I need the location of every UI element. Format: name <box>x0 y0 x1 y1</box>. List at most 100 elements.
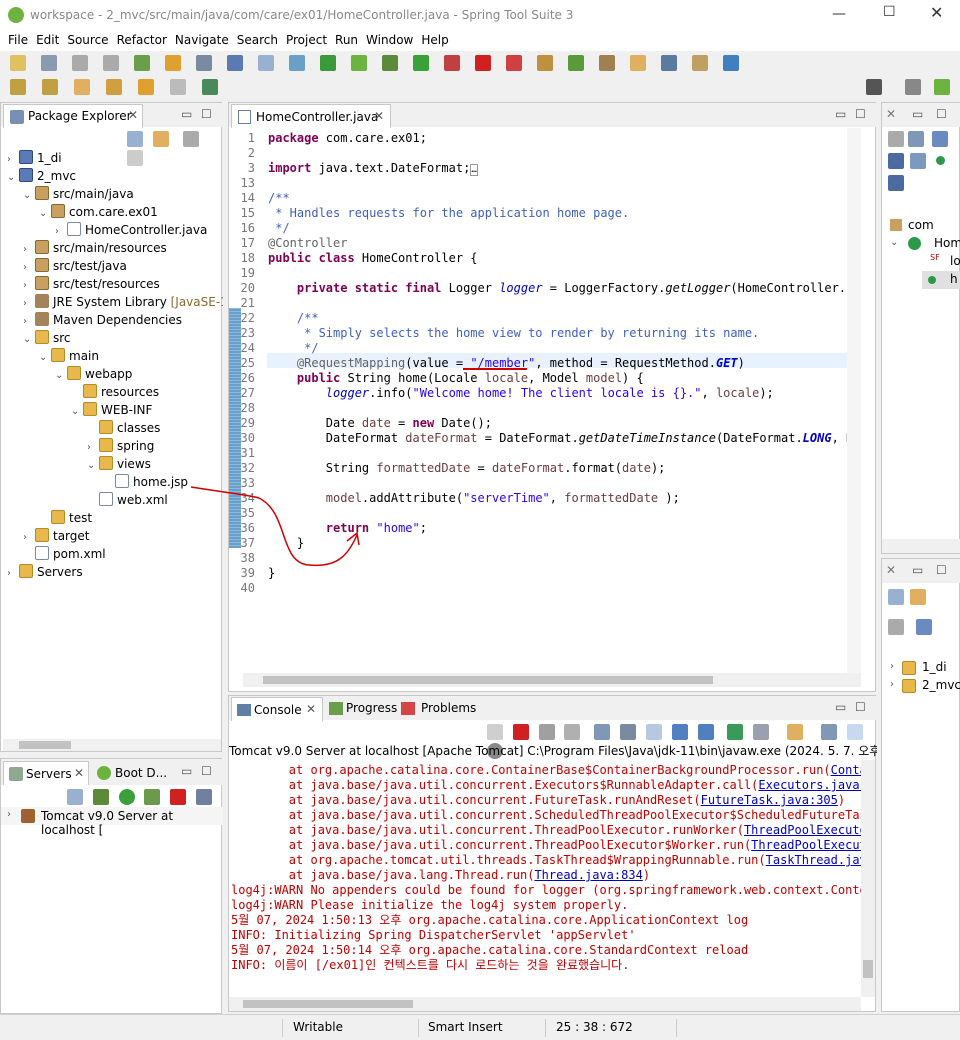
code-line[interactable]: * Handles requests for the application h… <box>268 206 629 221</box>
close-tab-icon[interactable]: ✕ <box>374 109 384 123</box>
tree-item-maven-dependencies[interactable]: › Maven Dependencies <box>23 311 182 329</box>
tree-item-com-care-ex01[interactable]: ⌄ com.care.ex01 <box>39 203 158 221</box>
collapse-icon[interactable]: ⌄ <box>7 169 19 187</box>
scroll-lock-icon[interactable] <box>620 724 637 740</box>
ansi-icon[interactable] <box>846 724 863 740</box>
search-icon[interactable] <box>866 79 882 95</box>
maximize-view-button[interactable]: ☐ <box>201 107 212 121</box>
toolbar-nav-icon[interactable] <box>42 79 58 95</box>
link-editor-icon[interactable] <box>152 131 169 147</box>
tree-item-resources[interactable]: resources <box>71 383 159 401</box>
focus-icon[interactable] <box>908 131 924 147</box>
focus-icon[interactable] <box>888 619 904 635</box>
toolbar-button-icon[interactable] <box>258 55 274 71</box>
tree-item-2-mvc[interactable]: ⌄ 2_mvc <box>7 167 76 185</box>
expand-icon[interactable]: › <box>890 679 902 690</box>
tree-item-src[interactable]: ⌄ src <box>23 329 71 347</box>
code-line[interactable]: /** <box>268 191 290 206</box>
close-tab-icon[interactable]: ✕ <box>128 108 138 122</box>
toolbar-button-icon[interactable] <box>630 55 646 71</box>
toolbar-nav-icon[interactable] <box>170 79 186 95</box>
toolbar-button-icon[interactable] <box>568 55 584 71</box>
maximize-view-button[interactable]: ☐ <box>855 107 866 121</box>
collapse-icon[interactable]: ⌄ <box>23 187 35 205</box>
minimize-view-button[interactable]: ▭ <box>912 107 923 121</box>
tab-progress[interactable]: Progress <box>346 701 397 715</box>
toolbar-button-icon[interactable] <box>661 55 677 71</box>
toolbar-button-icon[interactable] <box>537 55 553 71</box>
copy-icon[interactable] <box>820 724 837 740</box>
toolbar-button-icon[interactable] <box>227 55 243 71</box>
tab-console[interactable]: Console ✕ <box>231 697 323 721</box>
toolbar-button-icon[interactable] <box>320 55 336 71</box>
expand-icon[interactable]: › <box>7 565 19 583</box>
menu-file[interactable]: File <box>0 31 28 47</box>
code-line[interactable]: logger.info("Welcome home! The client lo… <box>268 386 774 401</box>
menu-window[interactable]: Window <box>358 31 413 47</box>
hide-nonpublic-icon[interactable] <box>910 153 926 169</box>
close-tab-icon[interactable]: ✕ <box>74 766 84 780</box>
tree-item-src-main-resources[interactable]: › src/main/resources <box>23 239 167 257</box>
tree-item-home-jsp[interactable]: home.jsp <box>103 473 188 491</box>
tree-item-test[interactable]: test <box>39 509 92 527</box>
code-line[interactable]: * Simply selects the home view to render… <box>268 326 759 341</box>
collapse-icon[interactable]: ⌄ <box>87 457 99 475</box>
menu-source[interactable]: Source <box>59 31 108 47</box>
tab-boot-dashboard[interactable]: Boot D... <box>115 766 167 780</box>
word-wrap-icon[interactable] <box>645 724 662 740</box>
close-button[interactable]: ✕ <box>930 3 943 22</box>
clear-console-icon[interactable] <box>594 724 611 740</box>
tree-item[interactable]: › 2_mvc <box>882 677 960 695</box>
collapse-icon[interactable]: ⌄ <box>39 349 51 367</box>
toolbar-button-icon[interactable] <box>196 55 212 71</box>
publish-icon[interactable] <box>196 789 213 805</box>
code-line[interactable]: public String home(Locale locale, Model … <box>268 371 644 386</box>
toolbar-button-icon[interactable] <box>723 55 739 71</box>
menu-navigate[interactable]: Navigate <box>167 31 229 47</box>
minimize-button[interactable]: — <box>832 6 846 22</box>
console-horizontal-scrollbar[interactable] <box>229 997 861 1011</box>
collapse-all-icon[interactable] <box>127 131 143 147</box>
tab-package-explorer[interactable]: Package Explorer ✕ <box>3 104 143 128</box>
tab-problems[interactable]: Problems <box>421 701 476 715</box>
link-editor-icon[interactable] <box>910 589 926 605</box>
maximize-button[interactable]: ☐ <box>883 4 896 20</box>
focus-icon[interactable] <box>182 131 199 147</box>
stop-icon[interactable] <box>512 724 529 740</box>
tree-item-servers[interactable]: › Servers <box>7 563 83 581</box>
open-console-icon[interactable] <box>787 724 804 740</box>
collapse-icon[interactable] <box>67 789 83 805</box>
maximize-view-button[interactable]: ☐ <box>936 563 947 577</box>
display-console-icon[interactable] <box>753 724 770 740</box>
code-line[interactable]: private static final Logger logger = Log… <box>268 281 861 296</box>
close-tab-icon[interactable]: ✕ <box>886 107 896 121</box>
remove-launch-icon[interactable] <box>538 724 555 740</box>
debug-icon[interactable] <box>92 789 109 805</box>
code-line[interactable]: package com.care.ex01; <box>268 131 427 146</box>
editor-vertical-scrollbar[interactable] <box>847 128 861 673</box>
menu-run[interactable]: Run <box>327 31 358 47</box>
show-stdout-icon[interactable] <box>671 724 688 740</box>
toolbar-button-icon[interactable] <box>444 55 460 71</box>
outline-item[interactable]: ⌄ Hom <box>882 235 960 253</box>
tree-item-main[interactable]: ⌄ main <box>39 347 99 365</box>
stop-icon[interactable] <box>170 789 187 805</box>
start-icon[interactable] <box>118 789 135 805</box>
tree-item-web-inf[interactable]: ⌄ WEB-INF <box>71 401 152 419</box>
code-line[interactable]: /** <box>268 311 319 326</box>
profile-icon[interactable] <box>144 789 161 805</box>
tree-item-src-test-java[interactable]: › src/test/java <box>23 257 127 275</box>
code-line[interactable]: */ <box>268 341 318 356</box>
tab-servers[interactable]: Servers ✕ <box>3 761 89 785</box>
toolbar-button-icon[interactable] <box>475 55 491 71</box>
tree-item[interactable]: › 1_di <box>882 659 960 677</box>
menu-project[interactable]: Project <box>278 31 327 47</box>
collapse-icon[interactable]: ⌄ <box>890 237 902 248</box>
toolbar-button-icon[interactable] <box>506 55 522 71</box>
tree-item-homecontroller-java[interactable]: › HomeController.java <box>55 221 207 239</box>
toolbar-nav-icon[interactable] <box>74 79 90 95</box>
collapse-icon[interactable]: ⌄ <box>23 331 35 349</box>
tree-item-webapp[interactable]: ⌄ webapp <box>55 365 132 383</box>
tree-item-spring[interactable]: › spring <box>87 437 154 455</box>
code-line[interactable]: DateFormat dateFormat = DateFormat.getDa… <box>268 431 861 446</box>
